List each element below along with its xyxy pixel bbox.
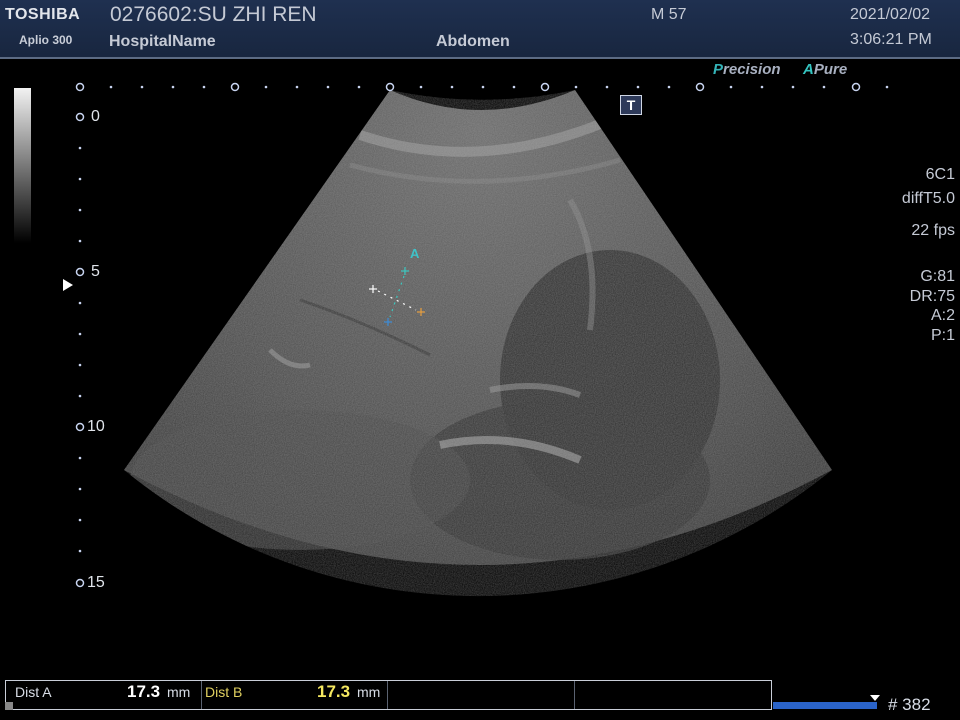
measurement-unit: mm bbox=[357, 684, 381, 700]
exam-date: 2021/02/02 bbox=[850, 6, 931, 23]
measurement-unit: mm bbox=[167, 684, 191, 700]
depth-label: 10 bbox=[87, 418, 105, 435]
imaging-mode: diffT5.0 bbox=[901, 190, 955, 207]
indicator-square bbox=[5, 702, 13, 710]
cine-position-marker-icon[interactable] bbox=[870, 695, 880, 701]
dynamic-range-value: DR:75 bbox=[909, 288, 955, 305]
ultrasound-sector-svg bbox=[75, 82, 889, 597]
depth-label: 5 bbox=[91, 263, 100, 280]
frame-rate: 22 fps bbox=[911, 222, 955, 239]
measurement-cell-dist-b[interactable]: Dist B 17.3 mm bbox=[201, 681, 388, 709]
a-value: A:2 bbox=[930, 307, 955, 324]
patient-sex-age: M 57 bbox=[651, 6, 687, 23]
hospital-name: HospitalName bbox=[109, 33, 216, 50]
measurement-cell-empty bbox=[574, 681, 770, 709]
text-annotation-icon[interactable]: T bbox=[620, 95, 642, 115]
lateral-scale bbox=[75, 82, 861, 92]
apure-mode-label: APure bbox=[803, 61, 848, 78]
patient-id-name: 0276602:SU ZHI REN bbox=[110, 3, 317, 26]
greyscale-bar bbox=[14, 88, 31, 243]
measurement-name: Dist A bbox=[15, 684, 52, 700]
measurement-value: 17.3 bbox=[317, 682, 351, 701]
header-bar: TOSHIBA Aplio 300 0276602:SU ZHI REN Hos… bbox=[0, 0, 960, 59]
depth-label: 15 bbox=[87, 574, 105, 591]
measurement-value: 17.3 bbox=[127, 682, 161, 701]
caliper-label: A bbox=[410, 246, 420, 261]
measurement-results-bar: Dist A 17.3 mm Dist B 17.3 mm bbox=[5, 680, 772, 710]
measurement-cell-dist-a[interactable]: Dist A 17.3 mm bbox=[6, 681, 202, 709]
precision-mode-label: Precision bbox=[713, 61, 781, 78]
brand-logo: TOSHIBA bbox=[5, 6, 81, 23]
p-value: P:1 bbox=[930, 327, 955, 344]
cine-progress-bar[interactable] bbox=[773, 702, 877, 709]
measurement-name: Dist B bbox=[205, 684, 243, 700]
model-name: Aplio 300 bbox=[19, 33, 73, 47]
depth-label: 0 bbox=[91, 108, 100, 125]
exam-type: Abdomen bbox=[436, 33, 510, 50]
depth-scale bbox=[75, 112, 85, 588]
probe-name: 6C1 bbox=[925, 166, 955, 183]
focus-marker-icon[interactable] bbox=[63, 279, 73, 291]
frame-number: # 382 bbox=[888, 695, 931, 714]
exam-time: 3:06:21 PM bbox=[850, 31, 932, 48]
ultrasound-image-area[interactable] bbox=[0, 59, 960, 679]
measurement-cell-empty bbox=[387, 681, 575, 709]
gain-value: G:81 bbox=[920, 268, 955, 285]
